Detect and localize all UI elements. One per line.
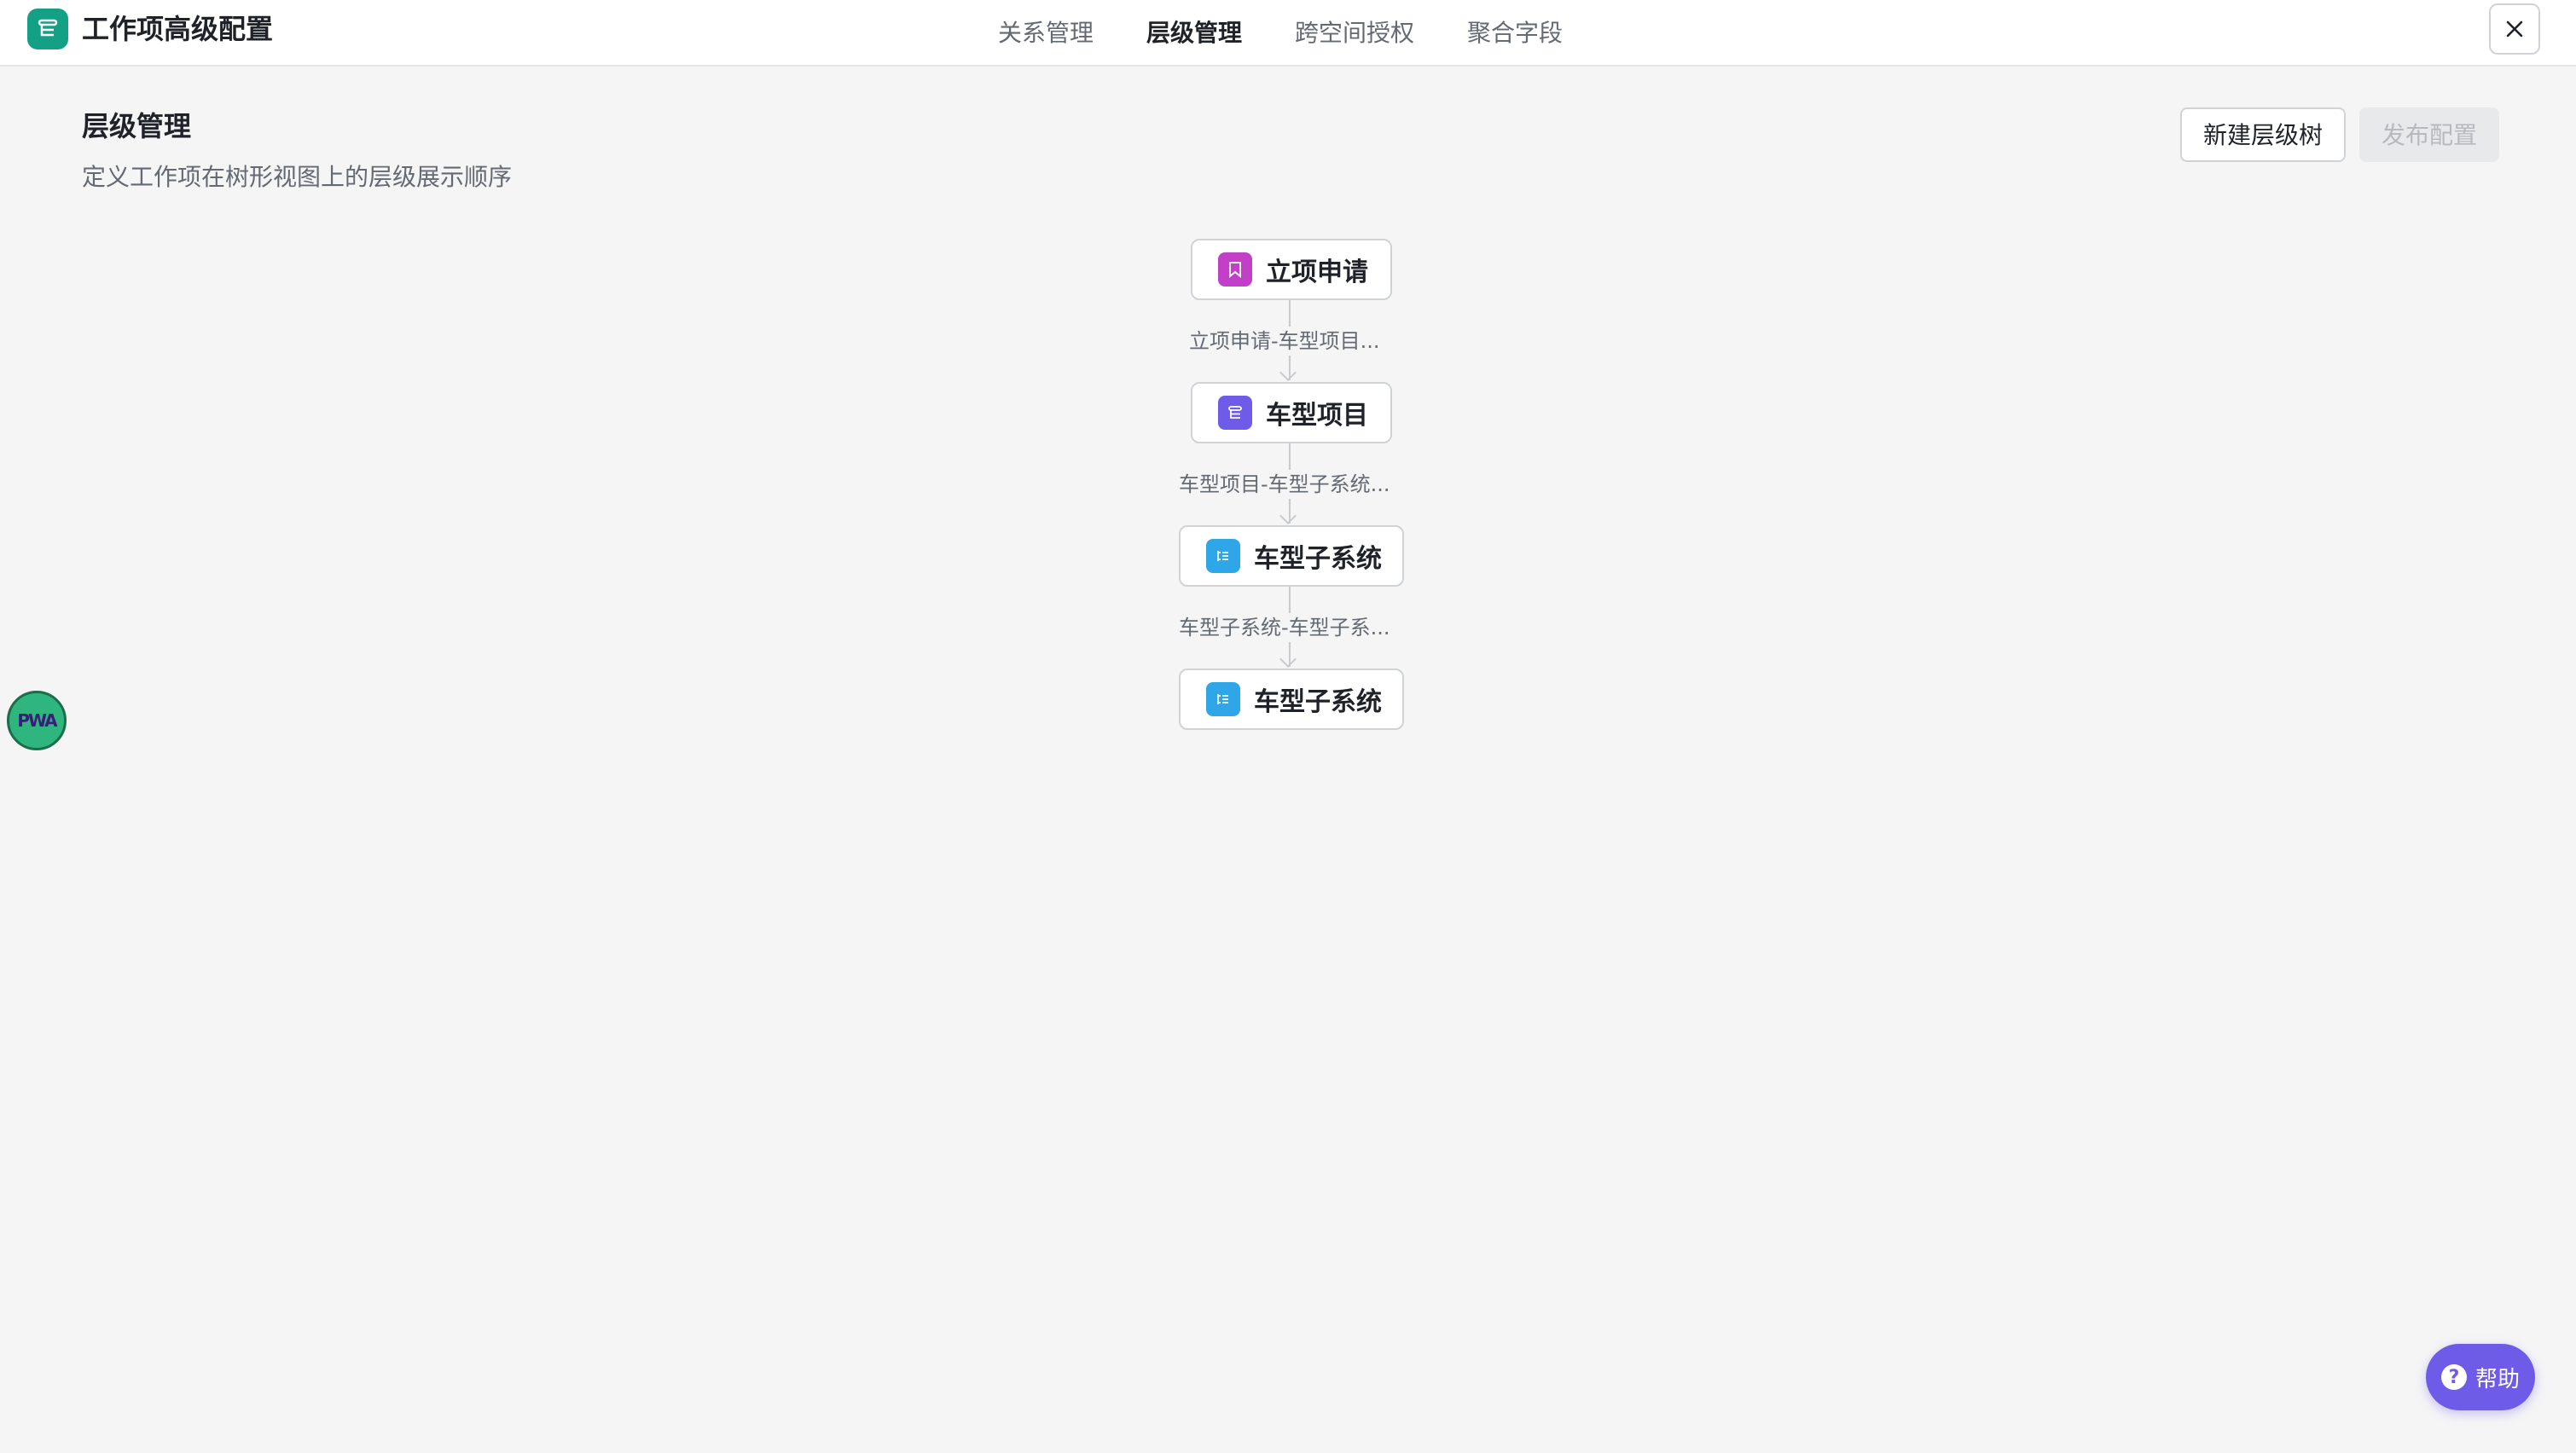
edge-label: 车型项目-车型子系统... — [1175, 470, 1394, 499]
tree-node-project-application[interactable]: 立项申请 — [1191, 239, 1392, 300]
list-icon — [1206, 682, 1240, 716]
hierarchy-tree: 立项申请-车型项目... 车型项目-车型子系统... 车型子系统-车型子系...… — [0, 0, 2576, 1453]
help-label: 帮助 — [2474, 1366, 2520, 1392]
arrow-down-icon — [1279, 507, 1297, 524]
hierarchy-icon — [1218, 396, 1252, 430]
arrow-down-icon — [1279, 651, 1297, 668]
node-label: 车型子系统 — [1254, 687, 1382, 717]
node-label: 车型项目 — [1266, 401, 1368, 431]
edge-label: 立项申请-车型项目... — [1186, 327, 1384, 356]
node-label: 立项申请 — [1266, 258, 1368, 287]
tree-node-vehicle-subsystem[interactable]: 车型子系统 — [1179, 525, 1404, 587]
question-icon: ? — [2440, 1364, 2467, 1390]
tree-node-vehicle-subsystem[interactable]: 车型子系统 — [1179, 669, 1404, 730]
node-label: 车型子系统 — [1254, 544, 1382, 574]
arrow-down-icon — [1279, 364, 1297, 381]
help-button[interactable]: ? 帮助 — [2426, 1344, 2535, 1410]
edge-label: 车型子系统-车型子系... — [1175, 613, 1394, 642]
tree-node-vehicle-project[interactable]: 车型项目 — [1191, 382, 1392, 443]
list-icon — [1206, 539, 1240, 573]
pwa-badge[interactable]: PWA — [7, 691, 67, 750]
bookmark-icon — [1218, 252, 1252, 287]
